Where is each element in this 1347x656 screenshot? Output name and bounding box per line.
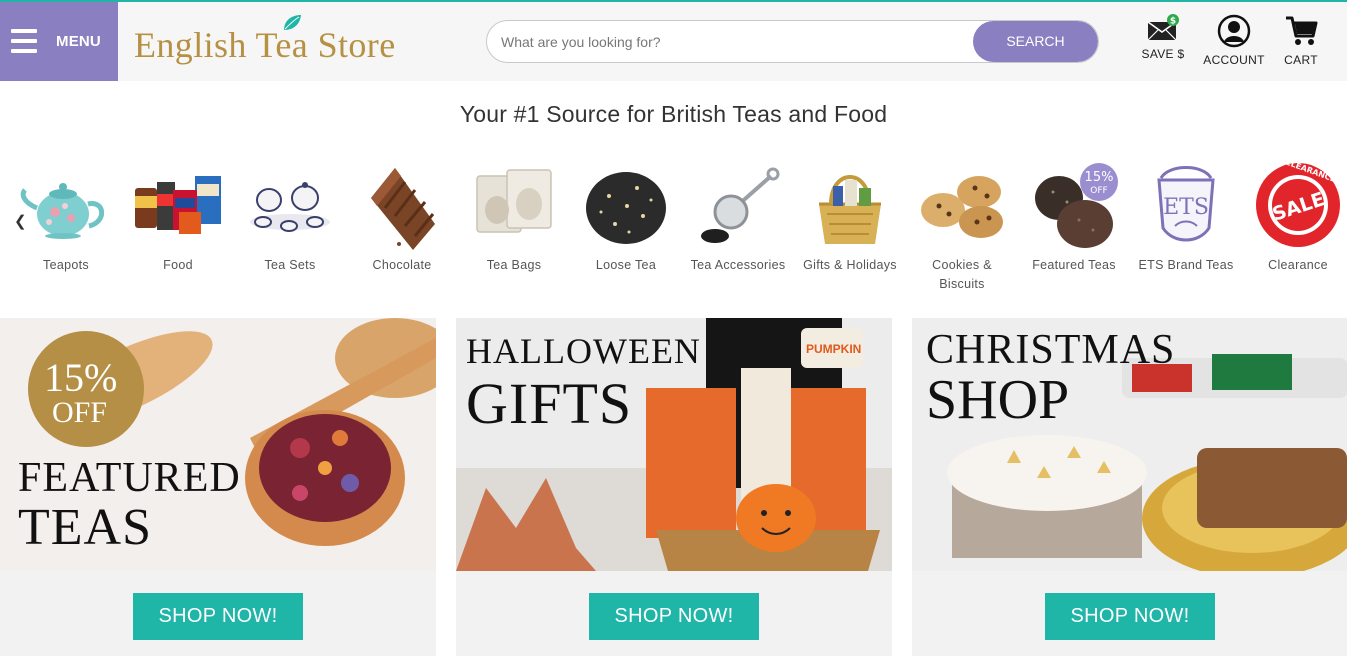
- site-logo[interactable]: English Tea Store: [134, 15, 444, 69]
- account-link[interactable]: ACCOUNT: [1200, 14, 1268, 67]
- ets-emblem-letters: ETS: [1163, 195, 1209, 220]
- promo-card-christmas: CHRISTMAS SHOP SHOP NOW!: [912, 318, 1347, 656]
- shop-now-button[interactable]: SHOP NOW!: [589, 593, 759, 640]
- category-label: Tea Accessories: [690, 258, 786, 272]
- promo-badge-percent: 15%: [44, 355, 118, 400]
- promo-hero-featured-teas[interactable]: 15% OFF FEATURED TEAS: [0, 318, 436, 571]
- menu-label: MENU: [56, 33, 101, 50]
- promo-title-line1: HALLOWEEN: [466, 331, 701, 371]
- loose-tea-image: [586, 172, 666, 244]
- envelope-dollar-icon: $: [1147, 14, 1179, 41]
- category-clearance[interactable]: SALE CLEARANCE Clearance: [1246, 158, 1347, 275]
- promo-title-line2: SHOP: [926, 369, 1070, 431]
- promo-card-halloween: HALLOWEEN GIFTS PUMPKIN SHOP NOW!: [456, 318, 892, 656]
- category-label: Loose Tea: [595, 258, 657, 272]
- promo-hero-halloween[interactable]: HALLOWEEN GIFTS PUMPKIN: [456, 318, 892, 571]
- promo-badge-off: OFF: [52, 396, 108, 429]
- category-label: ETS Brand Teas: [1138, 258, 1234, 272]
- shop-now-button[interactable]: SHOP NOW!: [133, 593, 303, 640]
- category-teapots[interactable]: Teapots: [14, 158, 118, 275]
- logo-text: English Tea Store: [134, 25, 396, 65]
- promo-title-line1: FEATURED: [18, 455, 241, 501]
- category-tea-sets[interactable]: Tea Sets: [238, 158, 342, 275]
- category-ets-brand-teas[interactable]: ETS ETS Brand Teas: [1134, 158, 1238, 275]
- featured-badge-percent: 15%: [1085, 170, 1114, 185]
- featured-teas-image: 15% OFF: [1035, 163, 1118, 248]
- promo-title-line1: CHRISTMAS: [926, 327, 1176, 373]
- ets-emblem-image: ETS: [1157, 166, 1215, 242]
- category-cookies-biscuits[interactable]: Cookies & Biscuits: [910, 158, 1014, 294]
- hamburger-icon: [11, 29, 37, 53]
- category-featured-teas[interactable]: 15% OFF Featured Teas: [1022, 158, 1126, 275]
- search-input[interactable]: [501, 21, 971, 62]
- tea-leaf-icon: [284, 15, 301, 30]
- cookies-image: [921, 176, 1003, 238]
- tea-infuser-image: [701, 167, 780, 243]
- save-label: SAVE $: [1141, 47, 1185, 61]
- menu-button[interactable]: MENU: [0, 2, 118, 81]
- category-tea-bags[interactable]: Tea Bags: [462, 158, 566, 275]
- svg-text:$: $: [1170, 17, 1176, 27]
- category-gifts-holidays[interactable]: Gifts & Holidays: [798, 158, 902, 275]
- category-chocolate[interactable]: Chocolate: [350, 158, 454, 275]
- search-button[interactable]: SEARCH: [973, 21, 1098, 62]
- category-label: Cookies & Biscuits: [932, 258, 992, 291]
- save-money-link[interactable]: $ SAVE $: [1134, 14, 1192, 61]
- account-label: ACCOUNT: [1203, 53, 1265, 67]
- pumpkin-bag-label: PUMPKIN: [806, 342, 862, 356]
- clearance-sale-image: SALE CLEARANCE: [1256, 158, 1340, 247]
- category-label: Featured Teas: [1032, 258, 1116, 272]
- gift-basket-image: [819, 175, 881, 244]
- category-label: Teapots: [43, 258, 89, 272]
- category-tea-accessories[interactable]: Tea Accessories: [686, 158, 790, 275]
- cart-link[interactable]: CART: [1279, 14, 1323, 67]
- cart-icon: [1286, 16, 1318, 45]
- category-label: Clearance: [1268, 258, 1328, 272]
- category-food[interactable]: Food: [126, 158, 230, 275]
- cart-label: CART: [1284, 53, 1318, 67]
- featured-badge-off: OFF: [1090, 186, 1107, 196]
- site-tagline: Your #1 Source for British Teas and Food: [459, 101, 888, 127]
- promo-card-featured-teas: 15% OFF FEATURED TEAS SHOP NOW!: [0, 318, 436, 656]
- promo-title-line2: TEAS: [18, 499, 152, 556]
- shop-now-button[interactable]: SHOP NOW!: [1045, 593, 1215, 640]
- category-label: Tea Sets: [264, 258, 316, 272]
- promo-title-line2: GIFTS: [466, 371, 633, 436]
- category-label: Tea Bags: [486, 258, 542, 272]
- tea-bags-image: [476, 169, 552, 233]
- teapot-image: [20, 183, 105, 239]
- promo-hero-christmas[interactable]: CHRISTMAS SHOP: [912, 318, 1347, 571]
- category-label: Food: [163, 258, 193, 272]
- account-icon: [1217, 14, 1251, 48]
- chocolate-flake-image: [371, 168, 435, 250]
- tea-set-image: [250, 182, 330, 232]
- category-loose-tea[interactable]: Loose Tea: [574, 158, 678, 275]
- category-label: Chocolate: [372, 258, 432, 272]
- category-label: Gifts & Holidays: [803, 258, 897, 272]
- site-header: MENU English Tea Store SEARCH $ SAVE $ A…: [0, 2, 1347, 81]
- search-bar: SEARCH: [486, 20, 1099, 63]
- food-products-image: [135, 176, 221, 234]
